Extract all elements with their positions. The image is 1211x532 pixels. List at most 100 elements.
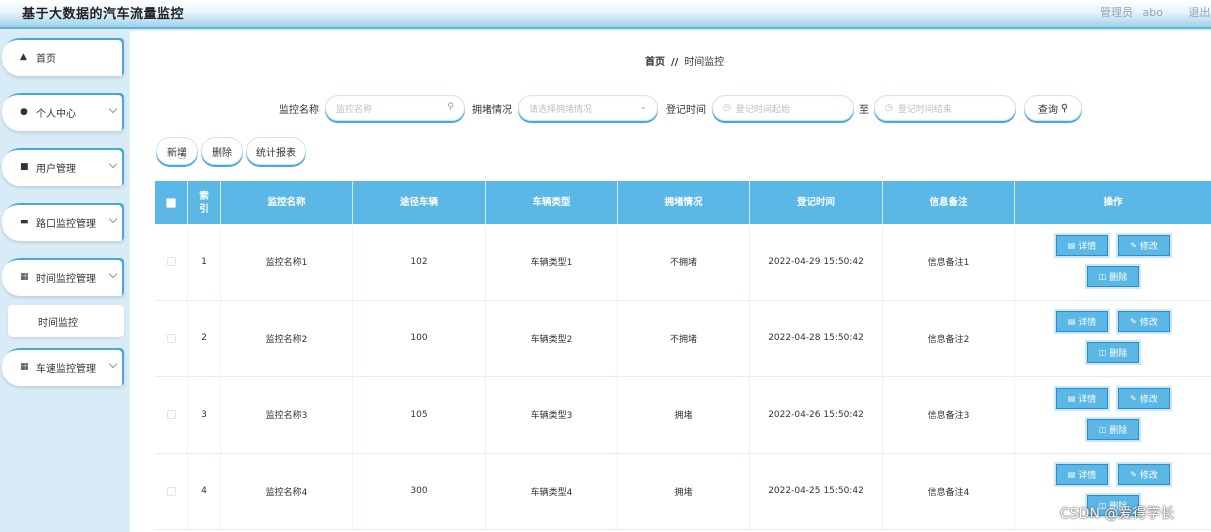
row-delete-button-label: 删除 [1109,272,1128,283]
query-button-label: 查询 [1037,104,1058,116]
delete-button[interactable]: 删除 [201,137,243,165]
edit-button[interactable]: ✎ 修改 [1118,234,1170,256]
detail-icon: ▤ [1067,393,1076,403]
detail-button-label: 详情 [1078,318,1097,329]
row-delete-button-label: 删除 [1109,349,1128,360]
row-checkbox[interactable] [166,333,176,343]
sidebar-item-label: 时间监控管理 [36,273,96,285]
search-icon: ⚲ [447,102,454,112]
cell-vehicles: 105 [353,377,486,453]
sidebar-item-time-monitor[interactable]: ▦ 时间监控管理 [2,258,124,296]
cell-vehicles: 102 [353,224,486,300]
detail-icon: ▤ [1067,240,1076,250]
detail-button-label: 详情 [1078,471,1097,482]
row-actions: ▤ 详情 ✎ 修改 ◫ 删除 [1015,300,1211,376]
trash-icon: ◫ [1098,271,1107,281]
row-delete-button[interactable]: ◫ 删除 [1087,418,1139,440]
congestion-select[interactable]: 请选择拥堵情况 ⌄ [518,95,658,121]
time-label: 登记时间 [666,105,706,116]
row-delete-button[interactable]: ◫ 删除 [1087,265,1139,287]
clock-icon: ◷ [723,103,731,113]
header-congestion: 拥堵情况 [618,181,750,224]
row-select-cell [155,377,188,453]
cell-actions: ▤ 详情 ✎ 修改 ◫ 删除 [1015,377,1211,453]
row-select-cell [155,453,188,529]
detail-button[interactable]: ▤ 详情 [1056,387,1108,409]
header-index-label: 索引 [199,190,209,215]
cell-type: 车辆类型4 [486,453,618,529]
congestion-select-placeholder: 请选择拥堵情况 [529,104,593,115]
start-time-input[interactable]: ◷ 登记时间起始 [712,95,854,121]
sidebar: ▲ 首页 ● 个人中心 ■ 用户管理 ▬ 路口监控管理 ▦ 时间监控管理 时间监… [0,31,128,532]
report-button[interactable]: 统计报表 [246,137,306,165]
home-icon: ▲ [20,52,27,62]
to-label: 至 [859,105,869,116]
breadcrumb-home[interactable]: 首页 [645,57,665,68]
detail-icon: ▤ [1067,317,1076,327]
cell-type: 车辆类型2 [486,300,618,376]
row-checkbox[interactable] [166,257,176,267]
cell-type: 车辆类型3 [486,377,618,453]
sidebar-item-home[interactable]: ▲ 首页 [2,38,124,76]
start-time-placeholder: 登记时间起始 [735,104,790,115]
header-index: 索引 [188,181,221,224]
cell-vehicles: 300 [353,453,486,529]
edit-icon: ✎ [1130,240,1137,250]
table-row: 3 监控名称3 105 车辆类型3 拥堵 2022-04-26 15:50:42… [155,377,1211,454]
sidebar-item-users[interactable]: ■ 用户管理 [2,148,124,186]
detail-button[interactable]: ▤ 详情 [1056,311,1108,333]
sidebar-item-speed-monitor[interactable]: ▦ 车速监控管理 [2,348,124,386]
user-area: 管理员 abo 退出登 [1100,4,1211,20]
cell-time: 2022-04-25 15:50:42 [750,453,883,529]
congestion-label: 拥堵情况 [472,105,512,116]
mouse-cursor-icon: ☝ [178,148,186,162]
logout-link[interactable]: 退出登 [1188,6,1211,19]
edit-button-label: 修改 [1139,394,1158,405]
row-checkbox[interactable] [166,486,176,496]
header-type: 车辆类型 [486,181,618,224]
detail-button[interactable]: ▤ 详情 [1056,464,1108,486]
edit-button[interactable]: ✎ 修改 [1118,311,1170,333]
cell-note: 信息备注1 [883,224,1015,300]
sidebar-item-intersection[interactable]: ▬ 路口监控管理 [2,203,124,241]
edit-button-label: 修改 [1139,471,1158,482]
edit-button[interactable]: ✎ 修改 [1118,464,1170,486]
sidebar-subitem-label: 时间监控 [38,317,78,329]
sidebar-subitem-time-monitor[interactable]: 时间监控 [8,305,124,337]
report-button-label: 统计报表 [256,147,296,159]
table-header: 索引 监控名称 途径车辆 车辆类型 拥堵情况 登记时间 信息备注 操作 [155,181,1211,224]
select-all-cell [155,181,188,224]
detail-button[interactable]: ▤ 详情 [1056,234,1108,256]
edit-icon: ✎ [1130,317,1137,327]
header-actions: 操作 [1103,197,1123,208]
name-search-input[interactable]: 监控名称 ⚲ [325,95,465,121]
cell-note: 信息备注4 [883,453,1015,529]
camera-icon: ▬ [20,217,29,227]
data-table: 索引 监控名称 途径车辆 车辆类型 拥堵情况 登记时间 信息备注 操作 1 监控… [155,181,1211,530]
select-all-checkbox[interactable] [166,197,176,208]
chevron-down-icon [108,269,118,279]
row-delete-button[interactable]: ◫ 删除 [1087,342,1139,364]
sidebar-item-profile[interactable]: ● 个人中心 [2,93,124,131]
row-actions: ▤ 详情 ✎ 修改 ◫ 删除 [1015,377,1211,453]
watermark: CSDN @爱得学长 [1060,506,1175,522]
edit-icon: ✎ [1130,470,1137,480]
add-button[interactable]: 新增 [156,137,198,165]
detail-button-label: 详情 [1078,241,1097,252]
detail-icon: ▤ [1067,470,1076,480]
row-delete-button-label: 删除 [1109,425,1128,436]
cell-index: 3 [188,377,221,453]
row-checkbox[interactable] [166,410,176,420]
end-time-input[interactable]: ◷ 登记时间结束 [874,95,1016,121]
cell-name: 监控名称3 [221,377,353,453]
cell-index: 4 [188,453,221,529]
row-select-cell [155,300,188,376]
cell-congestion: 拥堵 [618,377,750,453]
query-button[interactable]: 查询 ⚲ [1024,95,1082,121]
edit-button[interactable]: ✎ 修改 [1118,387,1170,409]
detail-button-label: 详情 [1078,394,1097,405]
sidebar-item-label: 个人中心 [36,108,76,120]
trash-icon: ◫ [1098,348,1107,358]
row-select-cell [155,224,188,300]
header-name: 监控名称 [221,181,353,224]
